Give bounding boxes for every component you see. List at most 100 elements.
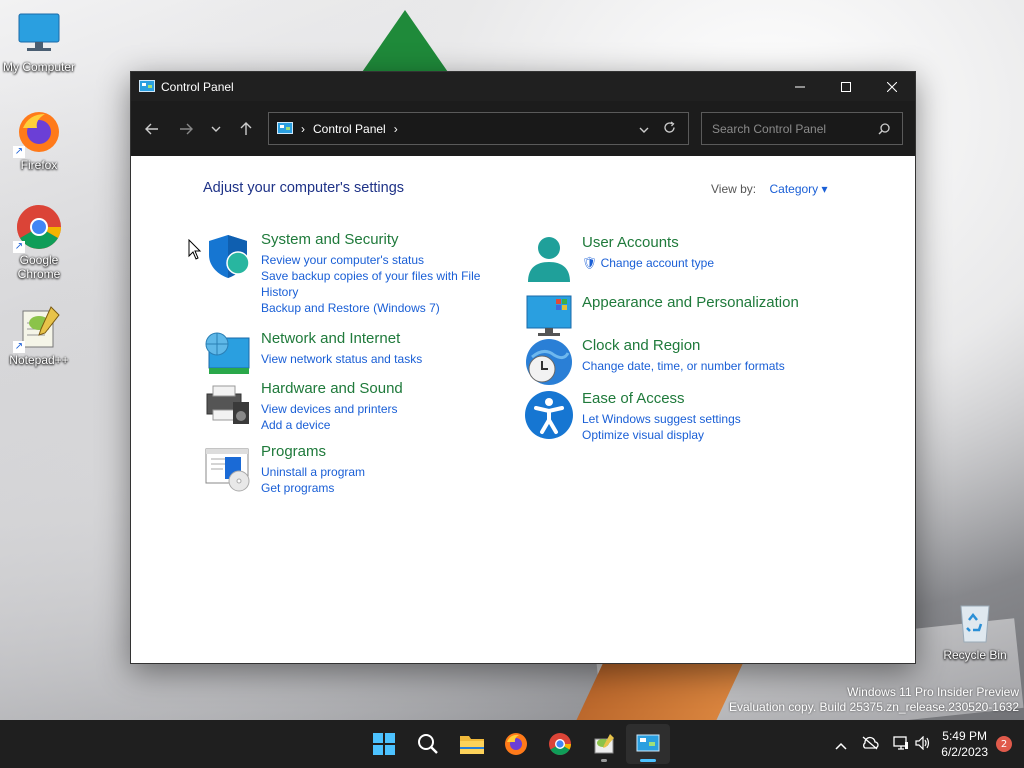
network-globe-icon [205,332,250,374]
watermark-line-1: Windows 11 Pro Insider Preview [847,685,1019,699]
taskbar-firefox[interactable] [494,724,538,764]
taskbar-control-panel[interactable] [626,724,670,764]
view-by-value: Category [769,182,819,196]
user-icon [528,237,570,282]
notepad-plus-plus-icon: ↗ [13,303,63,353]
firefox-icon [505,733,527,755]
address-dropdown-button[interactable] [639,122,649,136]
link-uninstall-program[interactable]: Uninstall a program [261,464,365,480]
link-optimize-display[interactable]: Optimize visual display [582,427,741,443]
desktop-icon-my-computer[interactable]: My Computer [1,10,77,74]
control-panel-icon [636,734,660,752]
desktop-icon-recycle-bin[interactable]: Recycle Bin [937,598,1013,662]
running-indicator [601,759,607,762]
category-network-internet: Network and Internet View network status… [203,330,422,380]
wallpaper-accent-orange [576,662,744,720]
link-review-status[interactable]: Review your computer's status [261,252,491,268]
arrow-right-icon [180,123,193,134]
breadcrumb-chevron-icon[interactable]: › [394,122,398,136]
control-panel-window: Control Panel › Control Panel › Search C… [130,71,916,664]
uac-shield-icon: 🛡 [582,256,598,270]
view-by-dropdown[interactable]: Category ▾ [769,182,827,196]
control-panel-icon [139,79,155,92]
volume-button[interactable] [915,735,931,754]
link-date-time-formats[interactable]: Change date, time, or number formats [582,358,785,374]
chevron-up-icon [835,742,847,750]
control-panel-icon [277,121,293,134]
refresh-icon [664,120,675,133]
back-button[interactable] [137,114,167,144]
shortcut-arrow-icon: ↗ [13,146,25,158]
category-hardware-sound: Hardware and Sound View devices and prin… [203,380,403,433]
clock-button[interactable]: 5:49 PM 6/2/2023 [941,728,988,760]
network-button[interactable] [893,735,909,754]
search-icon[interactable] [878,122,890,135]
show-hidden-icons-button[interactable] [835,735,847,754]
notepad-plus-plus-icon [594,734,614,754]
desktop-icon-notepad-plus-plus[interactable]: ↗ Notepad++ [1,303,77,367]
file-explorer-icon [460,736,484,754]
taskbar-search-button[interactable] [406,724,450,764]
forward-button[interactable] [171,114,201,144]
desktop-icon-chrome[interactable]: ↗ Google Chrome [1,203,77,281]
maximize-button[interactable] [823,72,869,101]
link-file-history[interactable]: Save backup copies of your files with Fi… [261,268,491,300]
arrow-up-icon [240,121,252,135]
category-title-hardware-sound[interactable]: Hardware and Sound [261,380,403,397]
chrome-icon: ↗ [13,203,63,253]
onedrive-offline-button[interactable] [861,735,879,754]
link-backup-restore[interactable]: Backup and Restore (Windows 7) [261,300,491,316]
taskbar-chrome[interactable] [538,724,582,764]
search-input[interactable] [710,120,874,137]
evaluation-watermark: Windows 11 Pro Insider Preview Evaluatio… [729,685,1019,715]
link-add-device[interactable]: Add a device [261,417,403,433]
notification-badge[interactable]: 2 [996,736,1012,752]
window-title: Control Panel [161,79,234,94]
taskbar-file-explorer[interactable] [450,724,494,764]
mouse-cursor-icon [188,239,202,260]
category-title-system-security[interactable]: System and Security [261,231,491,248]
category-title-user-accounts[interactable]: User Accounts [582,234,714,251]
shortcut-arrow-icon: ↗ [13,341,25,353]
desktop-icon-label: Firefox [20,158,58,172]
search-box[interactable] [701,112,903,145]
accessibility-icon [525,391,573,439]
printer-speaker-icon [206,385,249,424]
arrow-left-icon [145,123,158,134]
active-indicator [640,759,656,762]
category-title-programs[interactable]: Programs [261,443,365,460]
desktop-icon-label: My Computer [2,60,76,74]
up-button[interactable] [231,114,261,144]
link-change-account-type[interactable]: 🛡 Change account type [582,255,714,271]
link-network-status[interactable]: View network status and tasks [261,351,422,367]
title-bar[interactable]: Control Panel [131,72,915,101]
desktop-icon-firefox[interactable]: ↗ Firefox [1,108,77,172]
category-appearance: Appearance and Personalization [524,290,799,340]
category-title-appearance[interactable]: Appearance and Personalization [582,294,799,311]
link-suggest-settings[interactable]: Let Windows suggest settings [582,411,741,427]
firefox-icon: ↗ [13,108,63,158]
clock-date: 6/2/2023 [941,745,988,759]
category-programs: Programs Uninstall a program Get program… [203,443,365,496]
minimize-icon [795,86,805,87]
breadcrumb-control-panel[interactable]: Control Panel [313,122,386,136]
programs-icon [205,448,250,492]
chevron-down-icon [639,127,649,133]
minimize-button[interactable] [777,72,823,101]
recent-locations-button[interactable] [201,114,231,144]
address-bar[interactable]: › Control Panel › [268,112,689,145]
link-devices-printers[interactable]: View devices and printers [261,401,403,417]
cloud-offline-icon [862,736,879,749]
clock-globe-icon [526,339,572,385]
category-title-clock-region[interactable]: Clock and Region [582,337,785,354]
category-title-network-internet[interactable]: Network and Internet [261,330,422,347]
close-button[interactable] [869,72,915,101]
desktop-icon-label: Google Chrome [17,253,61,281]
appearance-monitor-icon [526,295,572,336]
link-get-programs[interactable]: Get programs [261,480,365,496]
network-wired-icon [893,735,909,750]
start-button[interactable] [362,724,406,764]
taskbar-notepad-plus-plus[interactable] [582,724,626,764]
category-title-ease-of-access[interactable]: Ease of Access [582,390,741,407]
refresh-button[interactable] [663,120,676,137]
